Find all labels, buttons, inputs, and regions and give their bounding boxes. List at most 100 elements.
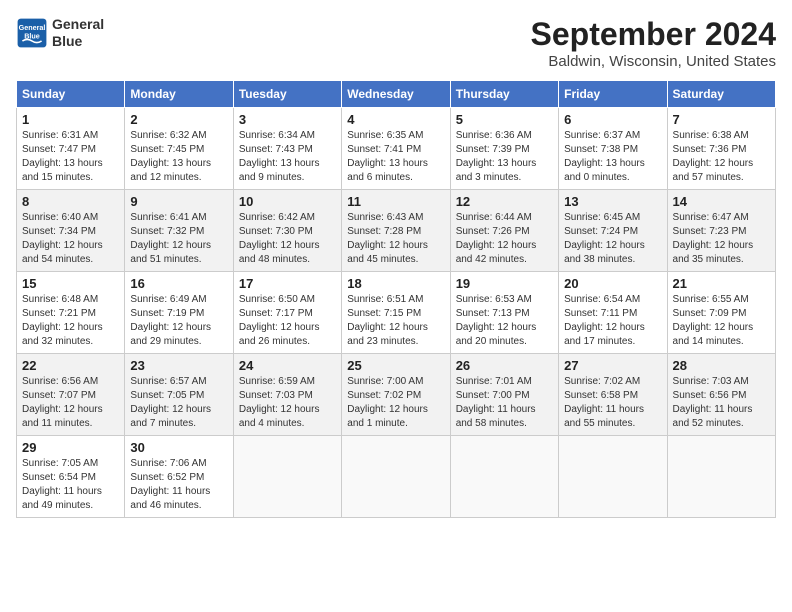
calendar-cell: 4Sunrise: 6:35 AM Sunset: 7:41 PM Daylig… [342,108,450,190]
calendar-cell [233,436,341,518]
calendar-cell: 20 Sunrise: 6:54 AM Sunset: 7:11 PM Dayli… [559,272,667,354]
day-of-week-header: Thursday [450,81,558,108]
day-number: 19 [456,276,553,291]
day-info: Sunrise: 6:31 AM Sunset: 7:47 PM Dayligh… [22,129,119,185]
day-of-week-header: Monday [125,81,233,108]
day-info: Sunrise: 6:54 AM Sunset: 7:11 PM Dayligh… [564,293,661,349]
day-number: 27 [564,358,661,373]
day-of-week-header: Sunday [17,81,125,108]
calendar-cell: 16 Sunrise: 6:49 AM Sunset: 7:19 PM Dayli… [125,272,233,354]
calendar-cell: 25 Sunrise: 7:00 AM Sunset: 7:02 PM Dayli… [342,354,450,436]
day-info: Sunrise: 6:49 AM Sunset: 7:19 PM Dayligh… [130,293,227,349]
day-info: Sunrise: 6:55 AM Sunset: 7:09 PM Dayligh… [673,293,770,349]
calendar-cell [559,436,667,518]
day-number: 20 [564,276,661,291]
calendar-cell: 14Sunrise: 6:47 AM Sunset: 7:23 PM Dayli… [667,190,775,272]
day-number: 14 [673,194,770,209]
day-number: 24 [239,358,336,373]
day-info: Sunrise: 6:57 AM Sunset: 7:05 PM Dayligh… [130,375,227,431]
day-number: 25 [347,358,444,373]
day-number: 11 [347,194,444,209]
calendar-cell: 28 Sunrise: 7:03 AM Sunset: 6:56 PM Dayli… [667,354,775,436]
day-info: Sunrise: 7:05 AM Sunset: 6:54 PM Dayligh… [22,457,119,513]
calendar-cell: 30 Sunrise: 7:06 AM Sunset: 6:52 PM Dayli… [125,436,233,518]
day-info: Sunrise: 7:03 AM Sunset: 6:56 PM Dayligh… [673,375,770,431]
day-of-week-header: Tuesday [233,81,341,108]
month-title: September 2024 [531,16,776,53]
location-subtitle: Baldwin, Wisconsin, United States [531,53,776,70]
calendar-cell: 8Sunrise: 6:40 AM Sunset: 7:34 PM Daylig… [17,190,125,272]
day-info: Sunrise: 6:48 AM Sunset: 7:21 PM Dayligh… [22,293,119,349]
day-info: Sunrise: 6:45 AM Sunset: 7:24 PM Dayligh… [564,211,661,267]
day-info: Sunrise: 6:36 AM Sunset: 7:39 PM Dayligh… [456,129,553,185]
calendar-cell: 24Sunrise: 6:59 AM Sunset: 7:03 PM Dayli… [233,354,341,436]
logo-icon: General Blue [16,17,48,49]
calendar-cell: 5Sunrise: 6:36 AM Sunset: 7:39 PM Daylig… [450,108,558,190]
calendar-cell: 2Sunrise: 6:32 AM Sunset: 7:45 PM Daylig… [125,108,233,190]
day-number: 18 [347,276,444,291]
logo: General Blue General Blue [16,16,104,50]
day-number: 7 [673,112,770,127]
logo-text: General Blue [52,16,104,50]
calendar-week-row: 15Sunrise: 6:48 AM Sunset: 7:21 PM Dayli… [17,272,776,354]
day-number: 17 [239,276,336,291]
calendar-cell [667,436,775,518]
day-number: 9 [130,194,227,209]
calendar-cell: 6 Sunrise: 6:37 AM Sunset: 7:38 PM Daylig… [559,108,667,190]
day-info: Sunrise: 7:02 AM Sunset: 6:58 PM Dayligh… [564,375,661,431]
calendar-cell: 26 Sunrise: 7:01 AM Sunset: 7:00 PM Dayli… [450,354,558,436]
day-info: Sunrise: 7:01 AM Sunset: 7:00 PM Dayligh… [456,375,553,431]
day-info: Sunrise: 6:38 AM Sunset: 7:36 PM Dayligh… [673,129,770,185]
calendar-cell: 17 Sunrise: 6:50 AM Sunset: 7:17 PM Dayli… [233,272,341,354]
calendar-cell: 10Sunrise: 6:42 AM Sunset: 7:30 PM Dayli… [233,190,341,272]
calendar-cell: 1 Sunrise: 6:31 AM Sunset: 7:47 PM Daylig… [17,108,125,190]
day-number: 1 [22,112,119,127]
calendar-cell [342,436,450,518]
calendar-cell: 27 Sunrise: 7:02 AM Sunset: 6:58 PM Dayli… [559,354,667,436]
calendar-table: SundayMondayTuesdayWednesdayThursdayFrid… [16,80,776,518]
day-number: 30 [130,440,227,455]
calendar-cell: 13 Sunrise: 6:45 AM Sunset: 7:24 PM Dayli… [559,190,667,272]
day-number: 29 [22,440,119,455]
day-number: 12 [456,194,553,209]
day-number: 23 [130,358,227,373]
calendar-cell: 19Sunrise: 6:53 AM Sunset: 7:13 PM Dayli… [450,272,558,354]
day-info: Sunrise: 6:44 AM Sunset: 7:26 PM Dayligh… [456,211,553,267]
day-number: 8 [22,194,119,209]
day-number: 13 [564,194,661,209]
calendar-cell: 29 Sunrise: 7:05 AM Sunset: 6:54 PM Dayli… [17,436,125,518]
calendar-cell: 22 Sunrise: 6:56 AM Sunset: 7:07 PM Dayli… [17,354,125,436]
calendar-header-row: SundayMondayTuesdayWednesdayThursdayFrid… [17,81,776,108]
calendar-cell: 7 Sunrise: 6:38 AM Sunset: 7:36 PM Daylig… [667,108,775,190]
day-info: Sunrise: 6:50 AM Sunset: 7:17 PM Dayligh… [239,293,336,349]
day-number: 6 [564,112,661,127]
day-number: 26 [456,358,553,373]
day-number: 22 [22,358,119,373]
day-info: Sunrise: 7:06 AM Sunset: 6:52 PM Dayligh… [130,457,227,513]
day-info: Sunrise: 6:51 AM Sunset: 7:15 PM Dayligh… [347,293,444,349]
page-header: General Blue General Blue September 2024… [16,16,776,70]
calendar-week-row: 29 Sunrise: 7:05 AM Sunset: 6:54 PM Dayli… [17,436,776,518]
day-info: Sunrise: 6:56 AM Sunset: 7:07 PM Dayligh… [22,375,119,431]
calendar-cell: 3Sunrise: 6:34 AM Sunset: 7:43 PM Daylig… [233,108,341,190]
calendar-week-row: 22 Sunrise: 6:56 AM Sunset: 7:07 PM Dayli… [17,354,776,436]
calendar-cell: 9Sunrise: 6:41 AM Sunset: 7:32 PM Daylig… [125,190,233,272]
day-number: 16 [130,276,227,291]
day-info: Sunrise: 6:37 AM Sunset: 7:38 PM Dayligh… [564,129,661,185]
calendar-cell: 21 Sunrise: 6:55 AM Sunset: 7:09 PM Dayli… [667,272,775,354]
day-number: 28 [673,358,770,373]
day-of-week-header: Saturday [667,81,775,108]
day-info: Sunrise: 6:34 AM Sunset: 7:43 PM Dayligh… [239,129,336,185]
calendar-cell: 11 Sunrise: 6:43 AM Sunset: 7:28 PM Dayli… [342,190,450,272]
calendar-cell: 23 Sunrise: 6:57 AM Sunset: 7:05 PM Dayli… [125,354,233,436]
calendar-cell: 15Sunrise: 6:48 AM Sunset: 7:21 PM Dayli… [17,272,125,354]
day-info: Sunrise: 6:43 AM Sunset: 7:28 PM Dayligh… [347,211,444,267]
day-of-week-header: Wednesday [342,81,450,108]
calendar-week-row: 1 Sunrise: 6:31 AM Sunset: 7:47 PM Daylig… [17,108,776,190]
day-number: 4 [347,112,444,127]
day-number: 21 [673,276,770,291]
day-info: Sunrise: 7:00 AM Sunset: 7:02 PM Dayligh… [347,375,444,431]
day-of-week-header: Friday [559,81,667,108]
title-block: September 2024 Baldwin, Wisconsin, Unite… [531,16,776,70]
day-number: 2 [130,112,227,127]
